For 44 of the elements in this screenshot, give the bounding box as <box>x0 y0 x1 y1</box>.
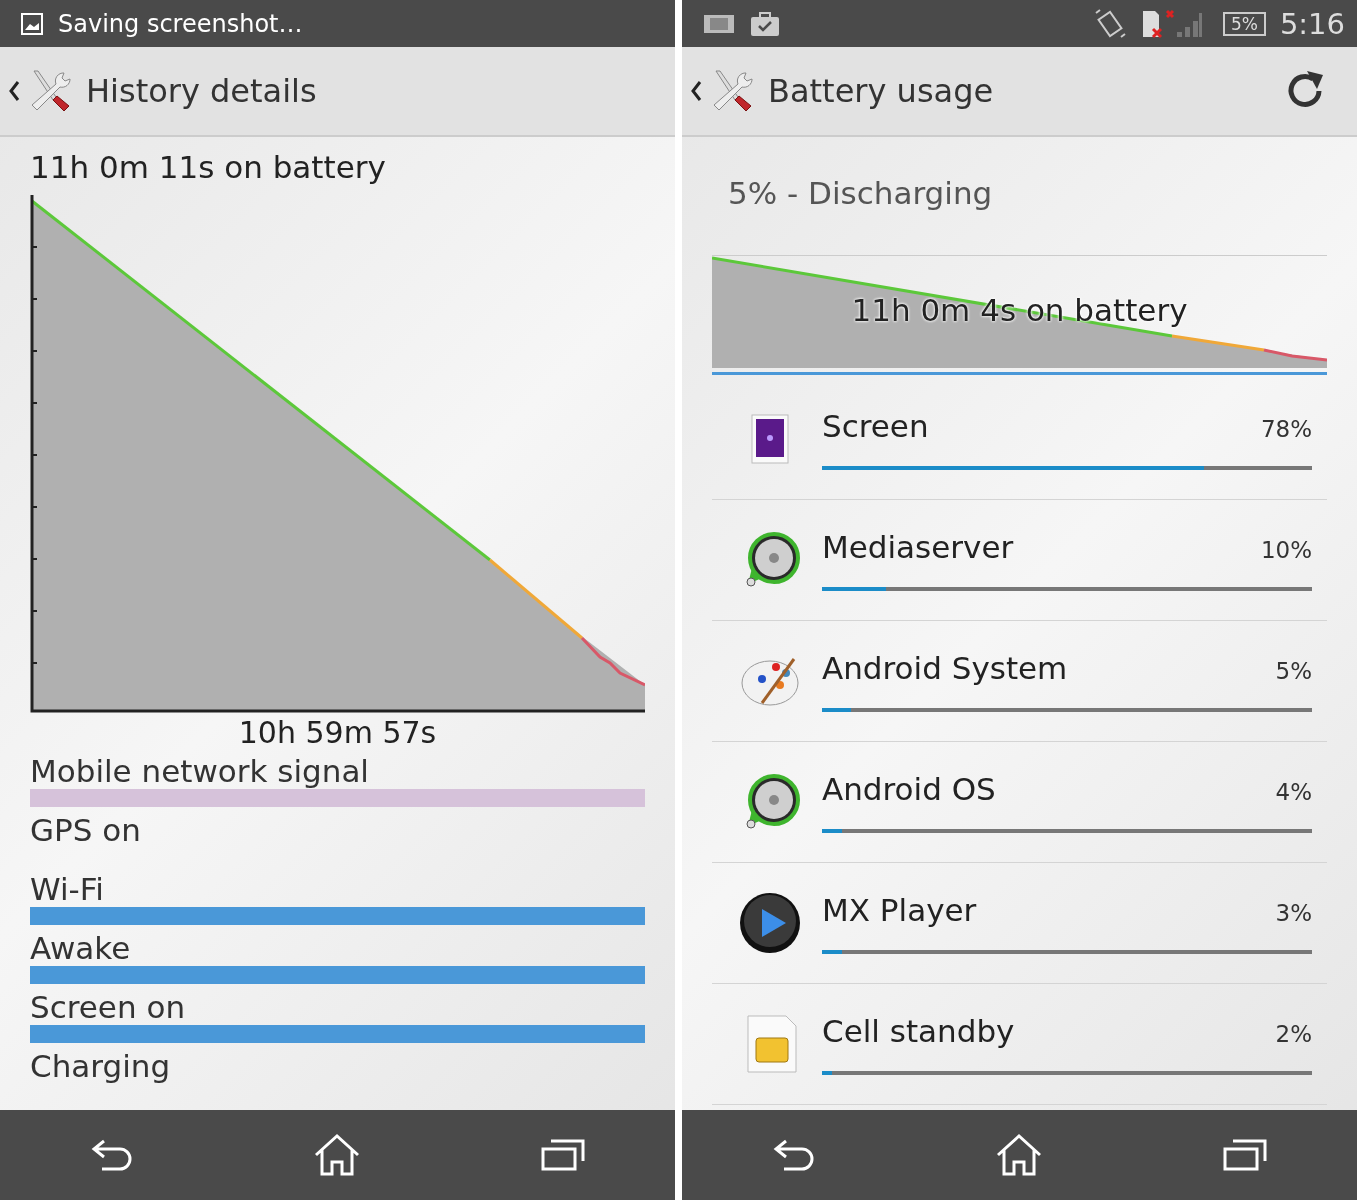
app-usage-row[interactable]: Screen 78% <box>712 379 1327 500</box>
back-chevron-icon[interactable] <box>690 80 702 102</box>
home-icon[interactable] <box>995 1133 1044 1177</box>
play-icon <box>738 891 802 955</box>
battery-status: 5% - Discharging <box>712 157 1327 256</box>
back-icon[interactable] <box>89 1137 134 1173</box>
app-name: Screen <box>822 408 929 444</box>
app-name: MX Player <box>822 892 977 928</box>
signal-label: Charging <box>30 1048 172 1084</box>
screen-title: Battery usage <box>768 72 994 110</box>
app-name: Cell standby <box>822 1013 1015 1049</box>
signal-label: GPS on <box>30 812 142 848</box>
signal-label: Wi-Fi <box>30 871 105 907</box>
app-name: Mediaserver <box>822 529 1014 565</box>
home-icon[interactable] <box>313 1133 362 1177</box>
usage-percent: 2% <box>1275 1021 1312 1047</box>
back-chevron-icon[interactable] <box>8 80 20 102</box>
app-usage-row[interactable]: MX Player 3% <box>712 863 1327 984</box>
battery-level: 5% <box>1222 11 1266 36</box>
time-axis-label: 10h 59m 57s <box>237 714 438 752</box>
recent-apps-icon[interactable] <box>1223 1139 1268 1171</box>
usage-percent: 3% <box>1275 900 1312 926</box>
back-icon[interactable] <box>771 1137 816 1173</box>
signal-label: Awake <box>30 930 132 966</box>
briefcase-check-icon <box>750 10 780 37</box>
app-usage-row[interactable]: Mediaserver 10% <box>712 500 1327 621</box>
clock: 5:16 <box>1279 6 1345 41</box>
signal-label: Mobile network signal <box>30 753 370 789</box>
usage-percent: 4% <box>1275 779 1312 805</box>
screen-title: History details <box>86 72 317 110</box>
image-icon <box>20 11 44 36</box>
notification-text: Saving screenshot… <box>58 9 303 38</box>
app-usage-row[interactable]: Android System 5% <box>712 621 1327 742</box>
battery-duration: 11h 0m 11s on battery <box>30 148 387 187</box>
usage-percent: 78% <box>1260 416 1312 442</box>
usage-percent: 5% <box>1275 658 1312 684</box>
app-name: Android System <box>822 650 1068 686</box>
app-name: Android OS <box>822 771 996 807</box>
app-usage-row[interactable]: Cell standby 2% <box>712 984 1327 1105</box>
app-usage-row[interactable]: Android OS 4% <box>712 742 1327 863</box>
recent-apps-icon[interactable] <box>541 1139 586 1171</box>
signal-label: Screen on <box>30 989 187 1025</box>
no-sim-signal-icon <box>1140 8 1203 39</box>
usage-percent: 10% <box>1260 537 1312 563</box>
